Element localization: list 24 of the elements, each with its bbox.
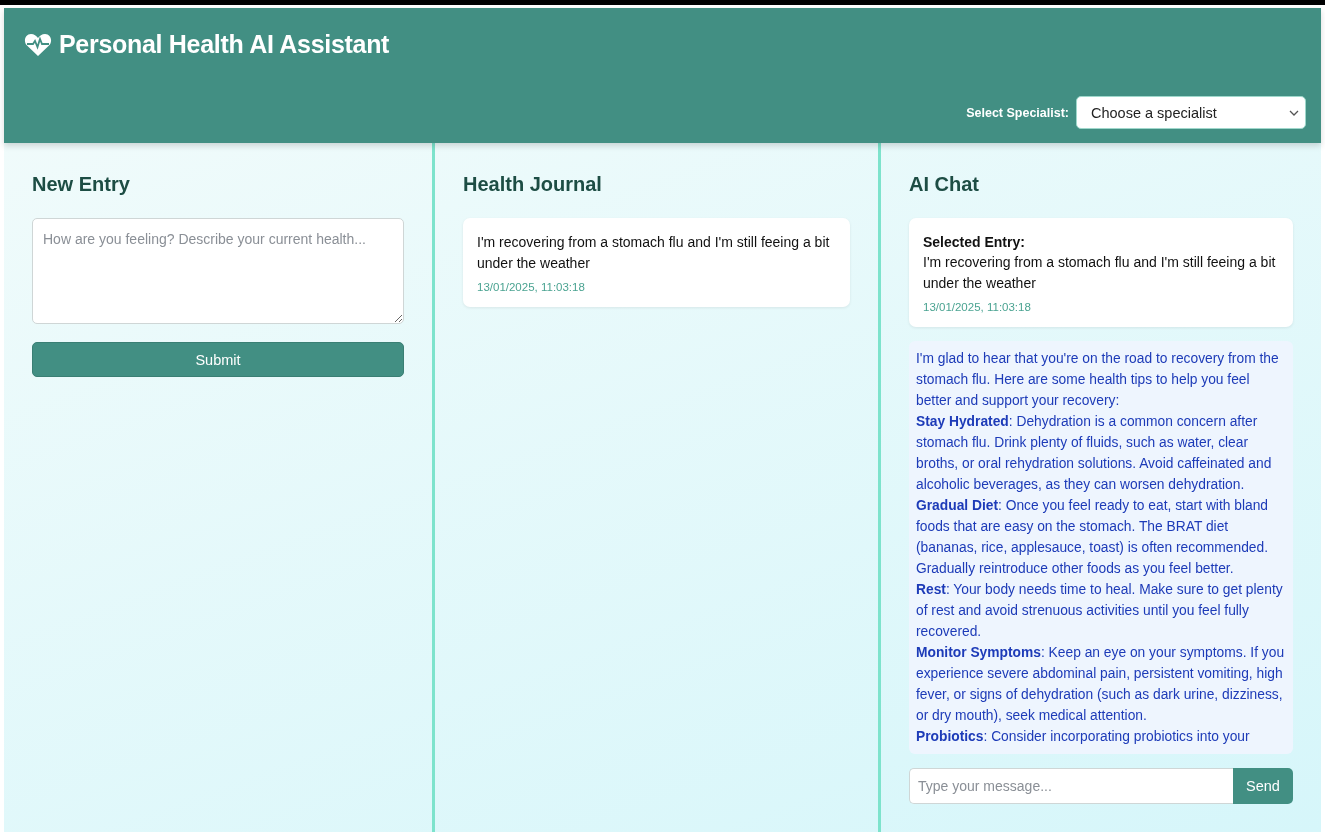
message-paragraph: Rest: Your body needs time to heal. Make sure to get plenty of rest and avoid strenuous activities until you feel fully recovered. [916, 581, 1284, 641]
heart-pulse-icon [24, 32, 52, 57]
send-button[interactable]: Send [1233, 768, 1293, 804]
entry-timestamp: 13/01/2025, 11:03:18 [923, 301, 1032, 313]
entry-textarea[interactable]: How are you feeling? Describe your current health... [32, 218, 404, 324]
message-paragraph: Stay Hydrated: Dehydration is a common concern after stomach flu. Drink plenty of fluids, such as water, clear broths, or oral rehydration solutions. Avoid caffeinated and alcoholic beverages, as they can worsen dehydration. [916, 413, 1273, 494]
specialist-select[interactable]: Choose a specialist [1076, 96, 1306, 129]
section-heading: Health Journal [463, 173, 603, 196]
app-title: Personal Health AI Assistant [59, 30, 390, 59]
selected-entry-label: Selected Entry: [923, 233, 1026, 252]
message-paragraph: I'm glad to hear that you're on the road to recovery from the stomach flu. Here are some health tips to help you feel better and support your recovery: [916, 350, 1280, 410]
journal-entry-card[interactable]: I'm recovering from a stomach flu and I'm still feeing a bit under the weather 13/01/2025, 11:03:18 [463, 218, 850, 307]
message-paragraph: Monitor Symptoms: Keep an eye on your symptoms. If you experience severe abdominal pain, persistent vomiting, high fever, or signs of dehydration (such as dark urine, dizziness, or dry mouth), seek medical attention. [916, 644, 1286, 725]
entry-text: I'm recovering from a stomach flu and I'm still feeing a bit under the weather [923, 253, 1277, 293]
message-input[interactable]: Type your message... [909, 768, 1233, 804]
entry-timestamp: 13/01/2025, 11:03:18 [477, 281, 586, 293]
chevron-down-icon [1289, 109, 1299, 116]
specialist-label: Select Specialist: [966, 105, 1069, 120]
entry-text: I'm recovering from a stomach flu and I'm still feeing a bit under the weather [477, 233, 831, 273]
section-heading: New Entry [32, 173, 131, 196]
message-paragraph: Probiotics: Consider incorporating probiotics into your [916, 728, 1251, 746]
section-heading: AI Chat [909, 173, 980, 196]
message-paragraph: Gradual Diet: Once you feel ready to eat, start with bland foods that are easy on the stomach. The BRAT diet (bananas, rice, applesauce, toast) is often recommended. Gradually reintroduce other foods as you feel better. [916, 497, 1270, 578]
submit-button[interactable]: Submit [32, 342, 404, 377]
